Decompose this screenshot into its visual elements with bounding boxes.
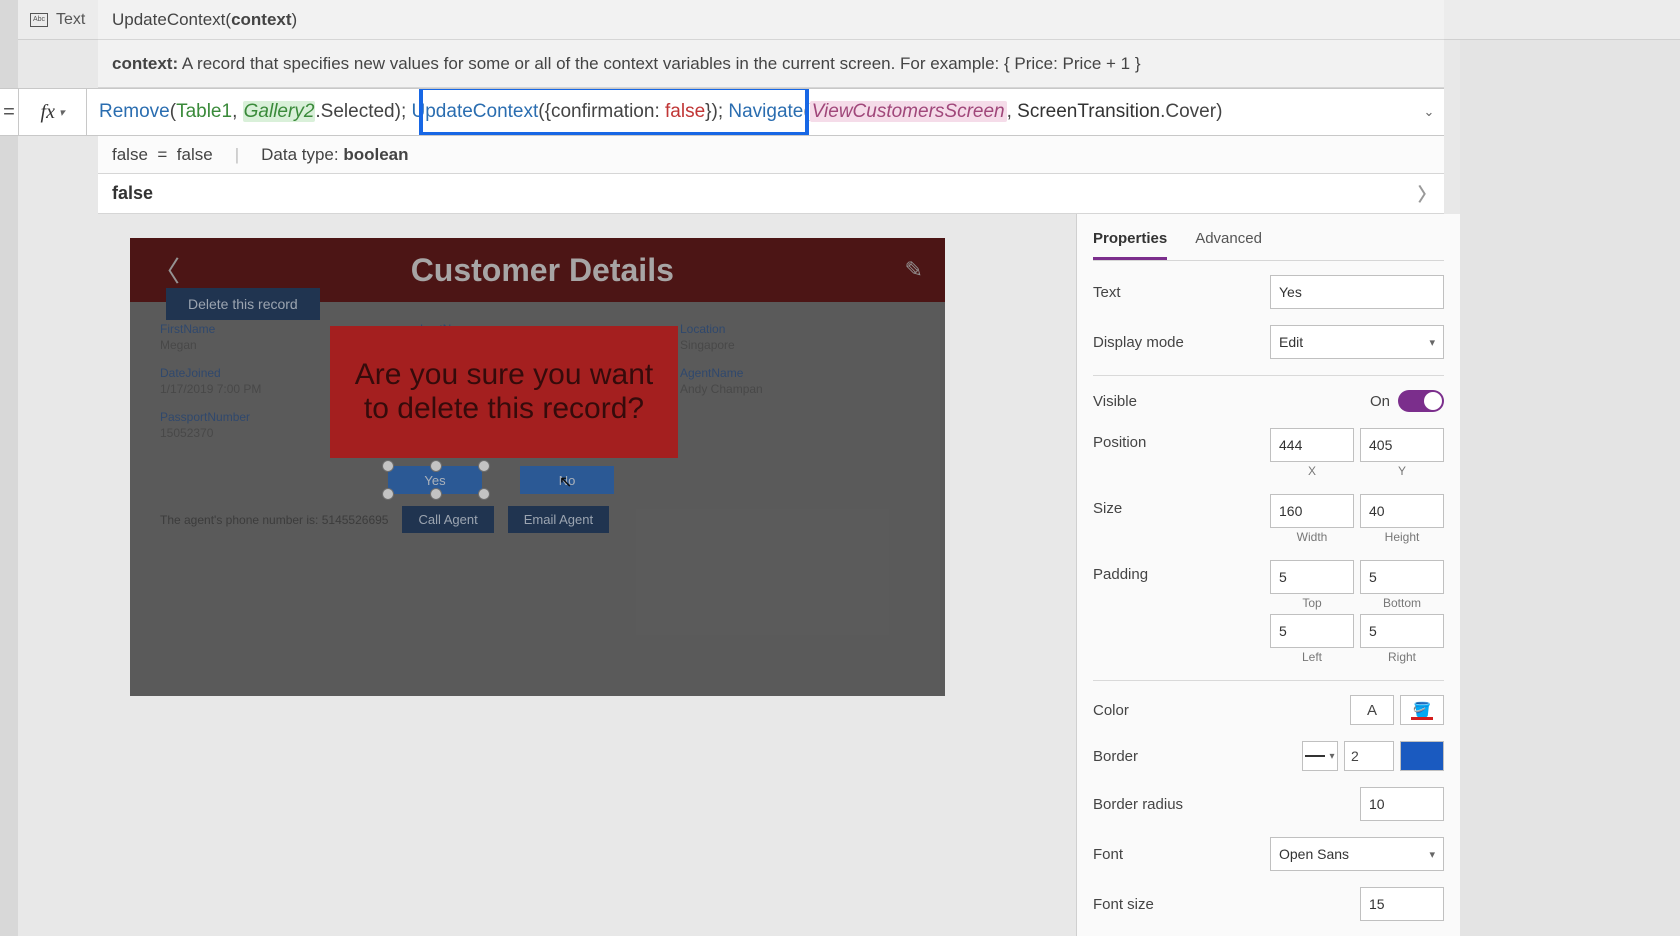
- formula-help-bar: context: A record that specifies new val…: [98, 40, 1444, 88]
- prop-displaymode-label: Display mode: [1093, 334, 1270, 351]
- tab-properties[interactable]: Properties: [1093, 224, 1167, 260]
- prop-visible-value: On: [1370, 393, 1390, 410]
- selection-handle[interactable]: [478, 460, 490, 472]
- far-right-gutter: [1460, 0, 1680, 936]
- delete-record-button[interactable]: Delete this record: [166, 288, 320, 320]
- prop-radius-label: Border radius: [1093, 796, 1360, 813]
- back-icon[interactable]: 〈: [152, 250, 180, 290]
- border-color-button[interactable]: [1400, 741, 1444, 771]
- field-value: Andy Champan: [680, 382, 920, 396]
- padding-left-input[interactable]: [1270, 614, 1354, 648]
- selection-handle[interactable]: [478, 488, 490, 500]
- field-value: Singapore: [680, 338, 920, 352]
- prop-border-label: Border: [1093, 748, 1302, 765]
- padding-right-input[interactable]: [1360, 614, 1444, 648]
- formula-signature-bar: UpdateContext(context): [98, 0, 1444, 40]
- border-width-input[interactable]: 2: [1344, 741, 1394, 771]
- text-mode-icon: Abc: [30, 13, 48, 27]
- position-x-input[interactable]: [1270, 428, 1354, 462]
- prop-padding-label: Padding: [1093, 560, 1270, 583]
- chevron-down-icon: ▾: [1429, 848, 1435, 861]
- tab-advanced[interactable]: Advanced: [1195, 224, 1262, 260]
- agent-phone-text: The agent's phone number is: 5145526695: [160, 513, 388, 527]
- prop-fontsize-label: Font size: [1093, 896, 1360, 913]
- property-selector-label: Text: [56, 11, 85, 29]
- visible-toggle[interactable]: [1398, 390, 1444, 412]
- formula-expand-icon[interactable]: ⌄: [1414, 104, 1444, 120]
- equals-icon: =: [0, 101, 18, 124]
- fill-color-button[interactable]: 🪣: [1400, 695, 1444, 725]
- edit-icon[interactable]: ✎: [905, 257, 923, 283]
- size-height-input[interactable]: [1360, 494, 1444, 528]
- prop-color-label: Color: [1093, 702, 1350, 719]
- font-color-button[interactable]: A: [1350, 695, 1394, 725]
- chevron-down-icon: ▾: [1429, 336, 1435, 349]
- prop-visible-label: Visible: [1093, 393, 1370, 410]
- field-label: Location: [680, 322, 920, 336]
- formula-result-bar: false = false | Data type: boolean: [98, 136, 1444, 174]
- properties-panel: Properties Advanced Text Yes Display mod…: [1076, 214, 1460, 936]
- prop-displaymode-select[interactable]: Edit▾: [1270, 325, 1444, 359]
- border-radius-input[interactable]: [1360, 787, 1444, 821]
- selection-handle[interactable]: [382, 460, 394, 472]
- prop-text-label: Text: [1093, 284, 1270, 301]
- padding-top-input[interactable]: [1270, 560, 1354, 594]
- confirmation-dialog: Are you sure you want to delete this rec…: [330, 326, 678, 458]
- field-label: AgentName: [680, 366, 920, 380]
- chevron-right-icon[interactable]: 〉: [1418, 181, 1436, 207]
- border-style-select[interactable]: ▾: [1302, 741, 1338, 771]
- no-button[interactable]: No: [520, 466, 614, 494]
- position-y-input[interactable]: [1360, 428, 1444, 462]
- email-agent-button[interactable]: Email Agent: [508, 506, 609, 533]
- selection-handle[interactable]: [430, 488, 442, 500]
- formula-bar[interactable]: Remove(Table1, Gallery2.Selected); Updat…: [86, 89, 1414, 135]
- selection-handle[interactable]: [430, 460, 442, 472]
- font-size-input[interactable]: [1360, 887, 1444, 921]
- prop-size-label: Size: [1093, 494, 1270, 517]
- screen-title: Customer Details: [411, 252, 674, 289]
- prop-position-label: Position: [1093, 428, 1270, 451]
- prop-text-input[interactable]: Yes: [1270, 275, 1444, 309]
- fx-icon[interactable]: fx▾: [18, 89, 86, 135]
- font-select[interactable]: Open Sans▾: [1270, 837, 1444, 871]
- formula-value-preview: false 〉: [98, 174, 1444, 214]
- selection-handle[interactable]: [382, 488, 394, 500]
- call-agent-button[interactable]: Call Agent: [402, 506, 493, 533]
- app-canvas[interactable]: 〈 Customer Details ✎ FirstNameMegan Date…: [130, 238, 945, 696]
- padding-bottom-input[interactable]: [1360, 560, 1444, 594]
- left-rail: [0, 0, 18, 936]
- size-width-input[interactable]: [1270, 494, 1354, 528]
- prop-font-label: Font: [1093, 846, 1270, 863]
